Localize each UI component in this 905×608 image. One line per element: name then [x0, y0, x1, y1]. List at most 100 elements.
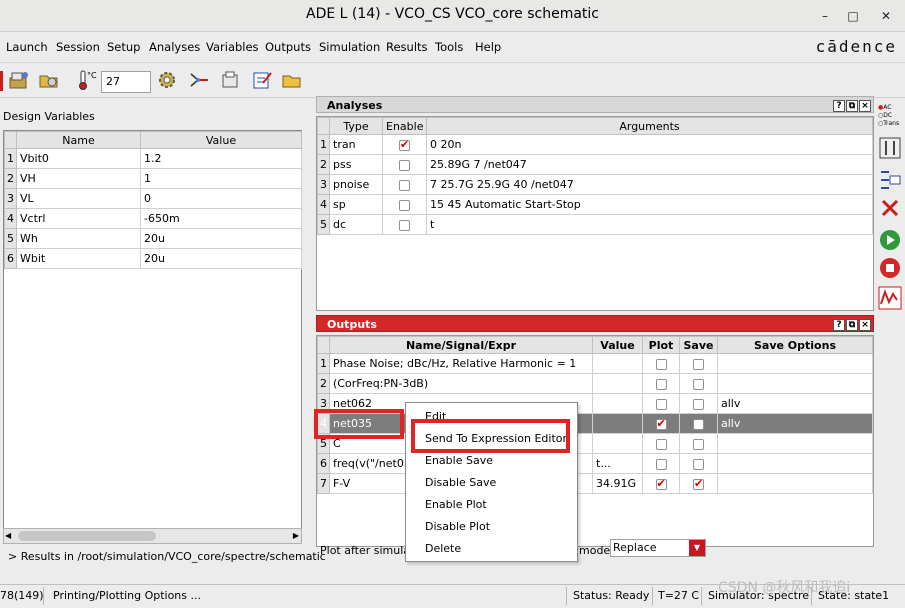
variable-name[interactable]: Wh: [16, 228, 141, 249]
plot-checkbox[interactable]: [655, 458, 667, 470]
column-header-name[interactable]: Name: [16, 131, 141, 149]
analysis-type[interactable]: dc: [329, 214, 383, 235]
table-row[interactable]: 4 Vctrl -650m: [4, 208, 302, 229]
variable-value[interactable]: 1.2: [140, 148, 302, 169]
scrollbar-thumb[interactable]: [18, 531, 156, 541]
save-checkbox[interactable]: [693, 477, 704, 490]
save-checkbox[interactable]: [693, 458, 704, 470]
save-options[interactable]: allv: [717, 413, 873, 434]
table-row[interactable]: 5 dc t: [317, 214, 873, 235]
column-header-save-options[interactable]: Save Options: [717, 336, 873, 354]
menu-item-disable-plot[interactable]: Disable Plot: [425, 520, 490, 533]
select-net-icon[interactable]: [188, 69, 210, 91]
menu-item-delete[interactable]: Delete: [425, 542, 461, 555]
plot-checkbox[interactable]: [655, 358, 667, 370]
minimize-button[interactable]: –: [814, 5, 836, 27]
enable-checkbox[interactable]: [399, 138, 410, 151]
analysis-type[interactable]: pss: [329, 154, 383, 175]
save-options[interactable]: allv: [717, 393, 873, 414]
variable-value[interactable]: 20u: [140, 248, 302, 269]
save-options[interactable]: [717, 433, 873, 454]
output-name[interactable]: (CorFreq:PN-3dB): [329, 373, 593, 394]
column-header-value[interactable]: Value: [592, 336, 643, 354]
horizontal-scrollbar[interactable]: ◀ ▶: [3, 528, 302, 544]
column-header-name[interactable]: Name/Signal/Expr: [329, 336, 593, 354]
column-header-type[interactable]: Type: [329, 117, 383, 135]
variable-name[interactable]: VL: [16, 188, 141, 209]
scroll-right-icon[interactable]: ▶: [293, 531, 299, 540]
enable-checkbox[interactable]: [399, 219, 410, 231]
variable-value[interactable]: -650m: [140, 208, 302, 229]
load-state-icon[interactable]: [281, 69, 303, 91]
float-icon[interactable]: ⧉: [846, 100, 858, 112]
close-panel-icon[interactable]: ×: [859, 100, 871, 112]
variable-name[interactable]: VH: [16, 168, 141, 189]
menu-item-enable-save[interactable]: Enable Save: [425, 454, 493, 467]
table-row[interactable]: 1 Vbit0 1.2: [4, 148, 302, 169]
save-checkbox[interactable]: [693, 438, 704, 450]
analysis-args[interactable]: t: [426, 214, 873, 235]
help-icon[interactable]: ?: [833, 319, 845, 331]
save-options[interactable]: [717, 353, 873, 374]
menu-setup[interactable]: Setup: [107, 40, 140, 54]
table-row[interactable]: 3 pnoise 7 25.7G 25.9G 40 /net047: [317, 174, 873, 195]
plot-checkbox[interactable]: [655, 477, 667, 490]
table-row[interactable]: 7 F-V 34.91G: [317, 473, 873, 494]
variable-value[interactable]: 20u: [140, 228, 302, 249]
close-panel-icon[interactable]: ×: [859, 319, 871, 331]
table-row[interactable]: 4 sp 15 45 Automatic Start-Stop: [317, 194, 873, 215]
table-row[interactable]: 2 VH 1: [4, 168, 302, 189]
help-icon[interactable]: ?: [833, 100, 845, 112]
table-row[interactable]: 6 freq(v("/net035 t...: [317, 453, 873, 474]
menu-help[interactable]: Help: [475, 40, 501, 54]
open-folder-icon[interactable]: [38, 69, 60, 91]
save-checkbox[interactable]: [693, 378, 704, 390]
launch-session-icon[interactable]: [8, 69, 30, 91]
save-checkbox[interactable]: [693, 358, 704, 370]
stop-simulation-icon[interactable]: [878, 256, 902, 280]
plot-outputs-icon[interactable]: [878, 286, 902, 310]
analysis-type-icon[interactable]: ●AC ○DC ○Trans: [878, 104, 902, 134]
variable-value[interactable]: 0: [140, 188, 302, 209]
scroll-left-icon[interactable]: ◀: [5, 531, 11, 540]
variable-name[interactable]: Wbit: [16, 248, 141, 269]
column-header-enable[interactable]: Enable: [382, 117, 427, 135]
menu-item-enable-plot[interactable]: Enable Plot: [425, 498, 487, 511]
menu-variables[interactable]: Variables: [206, 40, 259, 54]
enable-checkbox[interactable]: [399, 159, 410, 171]
temperature-input[interactable]: 27: [101, 71, 151, 93]
float-icon[interactable]: ⧉: [846, 319, 858, 331]
maximize-button[interactable]: □: [842, 5, 864, 27]
analysis-args[interactable]: 7 25.7G 25.9G 40 /net047: [426, 174, 873, 195]
analysis-args[interactable]: 15 45 Automatic Start-Stop: [426, 194, 873, 215]
menu-launch[interactable]: Launch: [6, 40, 48, 54]
output-name[interactable]: Phase Noise; dBc/Hz, Relative Harmonic =…: [329, 353, 593, 374]
menu-simulation[interactable]: Simulation: [319, 40, 380, 54]
table-row[interactable]: 5 Wh 20u: [4, 228, 302, 249]
table-row[interactable]: 2 pss 25.89G 7 /net047: [317, 154, 873, 175]
edit-form-icon[interactable]: [251, 69, 273, 91]
enable-checkbox[interactable]: [399, 179, 410, 191]
analysis-type[interactable]: sp: [329, 194, 383, 215]
save-checkbox[interactable]: [693, 418, 704, 430]
table-row[interactable]: 1tran 0 20n: [317, 134, 873, 155]
enable-checkbox[interactable]: [399, 199, 410, 211]
variable-name[interactable]: Vbit0: [16, 148, 141, 169]
menu-item-disable-save[interactable]: Disable Save: [425, 476, 496, 489]
analysis-args[interactable]: 0 20n: [426, 134, 873, 155]
netlist-run-icon[interactable]: [878, 168, 902, 192]
save-state-icon[interactable]: [219, 69, 241, 91]
run-simulation-icon[interactable]: [878, 228, 902, 252]
setup-gear-icon[interactable]: [156, 69, 178, 91]
table-row[interactable]: 6 Wbit 20u: [4, 248, 302, 269]
analysis-type[interactable]: tran: [329, 134, 383, 155]
save-options[interactable]: [717, 453, 873, 474]
save-options[interactable]: [717, 473, 873, 494]
analysis-args[interactable]: 25.89G 7 /net047: [426, 154, 873, 175]
save-checkbox[interactable]: [693, 398, 704, 410]
plot-checkbox[interactable]: [655, 398, 667, 410]
menu-analyses[interactable]: Analyses: [149, 40, 200, 54]
plot-checkbox[interactable]: [655, 417, 667, 430]
close-button[interactable]: ✕: [875, 5, 897, 27]
plot-checkbox[interactable]: [655, 438, 667, 450]
